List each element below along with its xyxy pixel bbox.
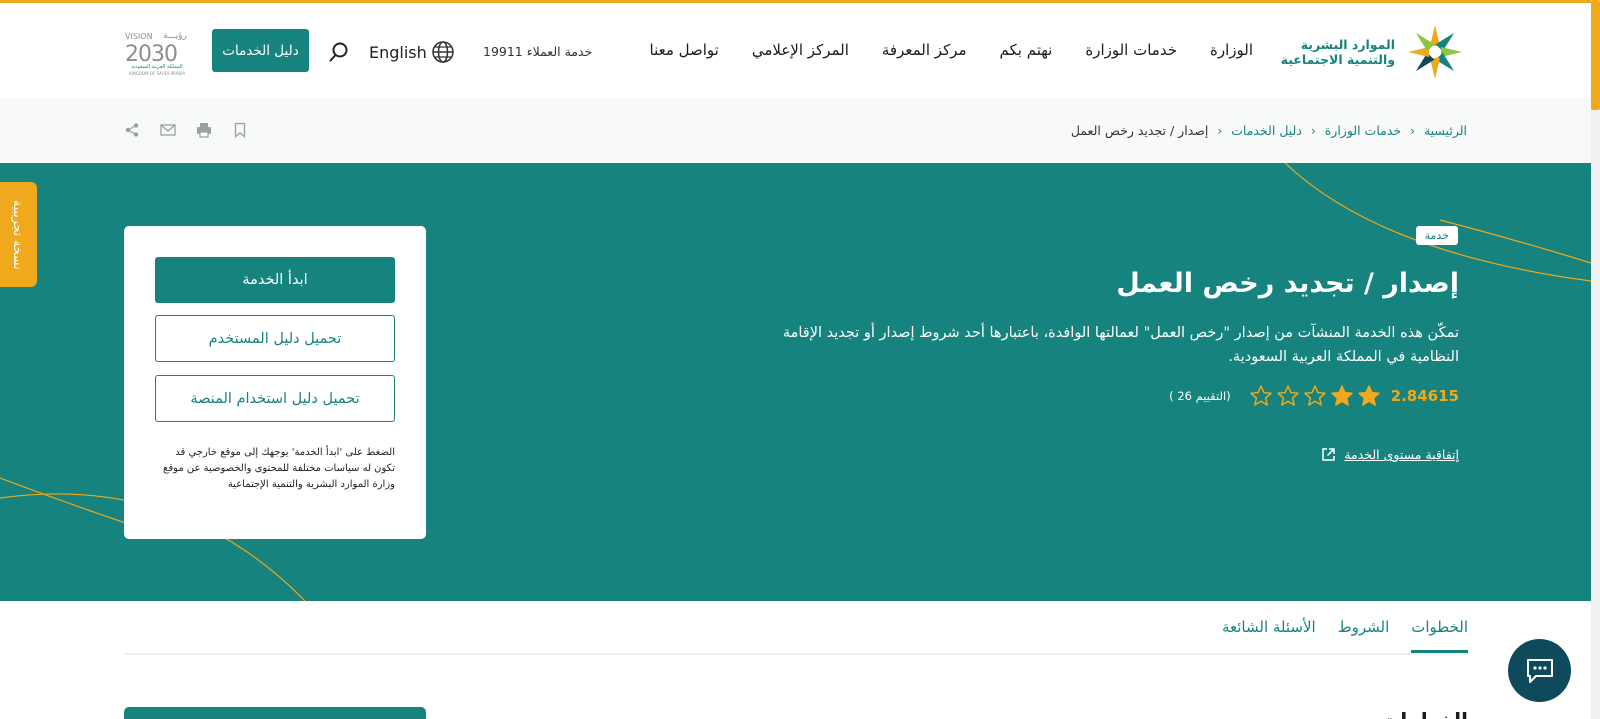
tab-requirements[interactable]: الشروط: [1338, 618, 1390, 653]
logo-line-2: والتنمية الاجتماعية: [1280, 52, 1395, 67]
rating-value: 2.84615: [1390, 387, 1459, 405]
rating-stars[interactable]: [1249, 384, 1381, 408]
service-tabs: الخطوات الشروط الأسئلة الشائعة: [124, 601, 1468, 655]
language-label: English: [369, 42, 427, 62]
download-platform-guide-button[interactable]: تحميل دليل استخدام المنصة: [155, 375, 395, 422]
tab-steps[interactable]: الخطوات: [1411, 618, 1468, 653]
breadcrumb-home[interactable]: الرئيسية: [1424, 123, 1467, 138]
vision-2030-logo[interactable]: رؤيـــة VISION 2030 المملكة العربية السع…: [124, 29, 190, 77]
chevron-left-icon: ‹: [1410, 123, 1415, 138]
breadcrumb-ministry-services[interactable]: خدمات الوزارة: [1325, 123, 1401, 138]
start-service-button[interactable]: ابدأ الخدمة: [155, 257, 395, 303]
breadcrumb-services-guide[interactable]: دليل الخدمات: [1231, 123, 1302, 138]
svg-text:رؤيـــة: رؤيـــة: [163, 31, 187, 41]
nav-knowledge-center[interactable]: مركز المعرفة: [882, 41, 967, 59]
site-header: الموارد البشرية والتنمية الاجتماعية الوز…: [0, 3, 1591, 98]
nav-media-center[interactable]: المركز الإعلامي: [752, 41, 849, 59]
service-description: تمكّن هذه الخدمة المنشآت من إصدار "رخص ا…: [782, 325, 1459, 365]
external-link-icon: [1322, 448, 1336, 461]
main-nav: الوزارة خدمات الوزارة نهتم بكم مركز المع…: [650, 41, 1253, 59]
language-switch[interactable]: English: [369, 40, 455, 64]
customer-service-hotline[interactable]: خدمة العملاء 19911: [483, 44, 592, 59]
sla-link-label: إتفاقية مستوى الخدمة: [1344, 447, 1459, 462]
star-filled-icon[interactable]: [1357, 384, 1381, 408]
service-badge: خدمة: [1415, 226, 1458, 245]
beta-version-label: نسخة تجريبية: [11, 199, 26, 270]
service-actions-card: ابدأ الخدمة تحميل دليل المستخدم تحميل دل…: [124, 226, 426, 539]
download-user-guide-button[interactable]: تحميل دليل المستخدم: [155, 315, 395, 362]
chat-button[interactable]: [1508, 639, 1571, 702]
sla-link[interactable]: إتفاقية مستوى الخدمة: [1321, 447, 1459, 462]
nav-ministry[interactable]: الوزارة: [1210, 41, 1253, 59]
star-empty-icon[interactable]: [1303, 384, 1327, 408]
share-icon[interactable]: [124, 122, 140, 138]
service-hero: خدمة إصدار / تجديد رخص العمل تمكّن هذه ا…: [0, 163, 1591, 601]
page-scrollbar[interactable]: [1591, 0, 1600, 719]
tab-list: الخطوات الشروط الأسئلة الشائعة: [1222, 618, 1468, 653]
search-icon[interactable]: [328, 41, 350, 63]
service-rating[interactable]: 2.84615 (التقييم 26 ): [1169, 384, 1459, 408]
bookmark-icon[interactable]: [232, 122, 248, 138]
breadcrumb-current: إصدار / تجديد رخص العمل: [1070, 123, 1209, 138]
external-site-note: الضغط على 'ابدأ الخدمة' يوجهك إلى موقع خ…: [163, 447, 395, 490]
beta-version-tab[interactable]: نسخة تجريبية: [0, 182, 37, 287]
services-guide-button[interactable]: دليل الخدمات: [212, 29, 309, 72]
globe-icon: [432, 41, 454, 63]
rating-count: (التقييم 26 ): [1169, 389, 1231, 403]
svg-text:VISION: VISION: [125, 32, 153, 41]
scrollbar-thumb[interactable]: [1591, 0, 1600, 110]
steps-side-card: [124, 707, 426, 719]
svg-text:KINGDOM OF SAUDI ARABIA: KINGDOM OF SAUDI ARABIA: [129, 71, 185, 76]
nav-we-care[interactable]: نهتم بكم: [1000, 41, 1053, 59]
chat-icon: [1526, 658, 1553, 683]
nav-contact-us[interactable]: تواصل معنا: [650, 41, 719, 59]
ministry-logo[interactable]: الموارد البشرية والتنمية الاجتماعية: [1281, 23, 1469, 81]
page-title: إصدار / تجديد رخص العمل: [1116, 268, 1459, 299]
star-empty-icon[interactable]: [1276, 384, 1300, 408]
logo-line-1: الموارد البشرية: [1300, 37, 1395, 52]
nav-ministry-services[interactable]: خدمات الوزارة: [1085, 41, 1177, 59]
breadcrumb-bar: الرئيسية ‹ خدمات الوزارة ‹ دليل الخدمات …: [0, 98, 1591, 163]
tab-faq[interactable]: الأسئلة الشائعة: [1222, 618, 1316, 653]
ministry-star-icon: [1408, 25, 1462, 79]
mail-icon[interactable]: [160, 122, 176, 138]
chevron-left-icon: ‹: [1217, 123, 1223, 138]
chevron-left-icon: ‹: [1310, 123, 1316, 138]
breadcrumb: الرئيسية ‹ خدمات الوزارة ‹ دليل الخدمات …: [1071, 123, 1467, 138]
steps-heading: الخطوات: [1380, 707, 1468, 719]
star-filled-icon[interactable]: [1330, 384, 1354, 408]
page-tools: [124, 122, 248, 138]
logo-text: الموارد البشرية والتنمية الاجتماعية: [1281, 37, 1395, 67]
svg-text:المملكة العربية السعودية: المملكة العربية السعودية: [131, 64, 182, 70]
print-icon[interactable]: [196, 122, 212, 138]
star-empty-icon[interactable]: [1249, 384, 1273, 408]
